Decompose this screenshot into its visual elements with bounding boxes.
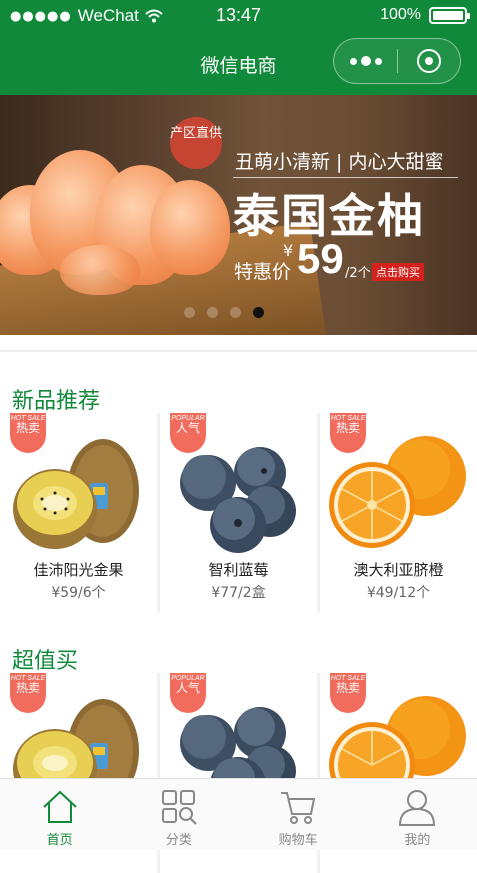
carousel-dot[interactable]	[253, 307, 264, 318]
product-name: 澳大利亚脐橙	[353, 561, 444, 579]
price-label: 特惠价	[234, 261, 292, 283]
tab-label: 首页	[46, 833, 73, 848]
buy-now-button[interactable]: 点击购买	[372, 263, 424, 281]
blueberry-image	[180, 447, 296, 553]
tab-cart[interactable]: 购物车	[239, 779, 358, 850]
tab-profile[interactable]: 我的	[358, 779, 477, 850]
mini-program-capsule	[333, 38, 461, 84]
banner-price: 59	[297, 235, 344, 282]
more-menu-button[interactable]	[334, 56, 397, 66]
product-name: 佳沛阳光金果	[33, 561, 124, 579]
cart-icon	[281, 792, 316, 824]
carousel-dot[interactable]	[207, 307, 218, 318]
banner-slogan: 丑萌小清新 | 内心大甜蜜	[235, 151, 444, 173]
close-mini-program-button[interactable]	[398, 49, 460, 73]
tab-label: 我的	[404, 833, 431, 848]
profile-icon	[399, 790, 436, 826]
section-divider	[0, 350, 477, 352]
section-title-value: 超值买	[12, 649, 79, 674]
battery-icon	[429, 6, 470, 24]
tab-category[interactable]: 分类	[119, 779, 238, 850]
product-price: ¥77/2盒	[211, 585, 266, 601]
nav-bar: 微信电商	[0, 33, 477, 95]
tab-label: 分类	[165, 833, 192, 848]
product-grid-new: HOT SALE 热卖 佳沛阳光金果 ¥59/6个 POPULAR 人气 智利蓝莓 …	[0, 413, 477, 613]
origin-seal: 产区直供	[170, 117, 222, 169]
battery-percent: 100%	[380, 6, 421, 23]
orange-image	[329, 436, 466, 548]
product-card[interactable]: HOT SALE 热卖 澳大利亚脐橙 ¥49/12个	[320, 413, 477, 613]
pomelo-image	[60, 245, 140, 295]
carousel-dot[interactable]	[230, 307, 241, 318]
tab-home[interactable]: 首页	[0, 779, 119, 850]
category-icon	[161, 790, 197, 825]
product-price: ¥59/6个	[51, 585, 106, 601]
promo-banner[interactable]: 产区直供 丑萌小清新 | 内心大甜蜜 泰国金柚 特惠价 ¥ 59 /2个 点击购…	[0, 95, 477, 335]
battery-status: 100%	[380, 6, 470, 24]
carousel-dot[interactable]	[184, 307, 195, 318]
section-title-new: 新品推荐	[12, 389, 101, 414]
banner-divider	[233, 177, 458, 178]
carousel-indicators	[184, 307, 264, 318]
product-card[interactable]: HOT SALE 热卖 佳沛阳光金果 ¥59/6个	[0, 413, 157, 613]
kiwi-image	[13, 439, 139, 549]
status-bar: ●●●●● WeChat 13:47 100%	[0, 0, 477, 33]
price-unit: /2个	[345, 266, 371, 281]
target-icon	[417, 49, 441, 73]
currency-symbol: ¥	[283, 241, 294, 260]
bottom-tab-bar: 首页 分类 购物车 我的	[0, 778, 477, 850]
home-icon	[42, 790, 77, 823]
product-name: 智利蓝莓	[208, 561, 269, 579]
pomelo-image	[150, 180, 230, 275]
product-price: ¥49/12个	[366, 585, 431, 601]
tab-label: 购物车	[278, 833, 318, 848]
product-card[interactable]: POPULAR 人气 智利蓝莓 ¥77/2盒	[160, 413, 317, 613]
